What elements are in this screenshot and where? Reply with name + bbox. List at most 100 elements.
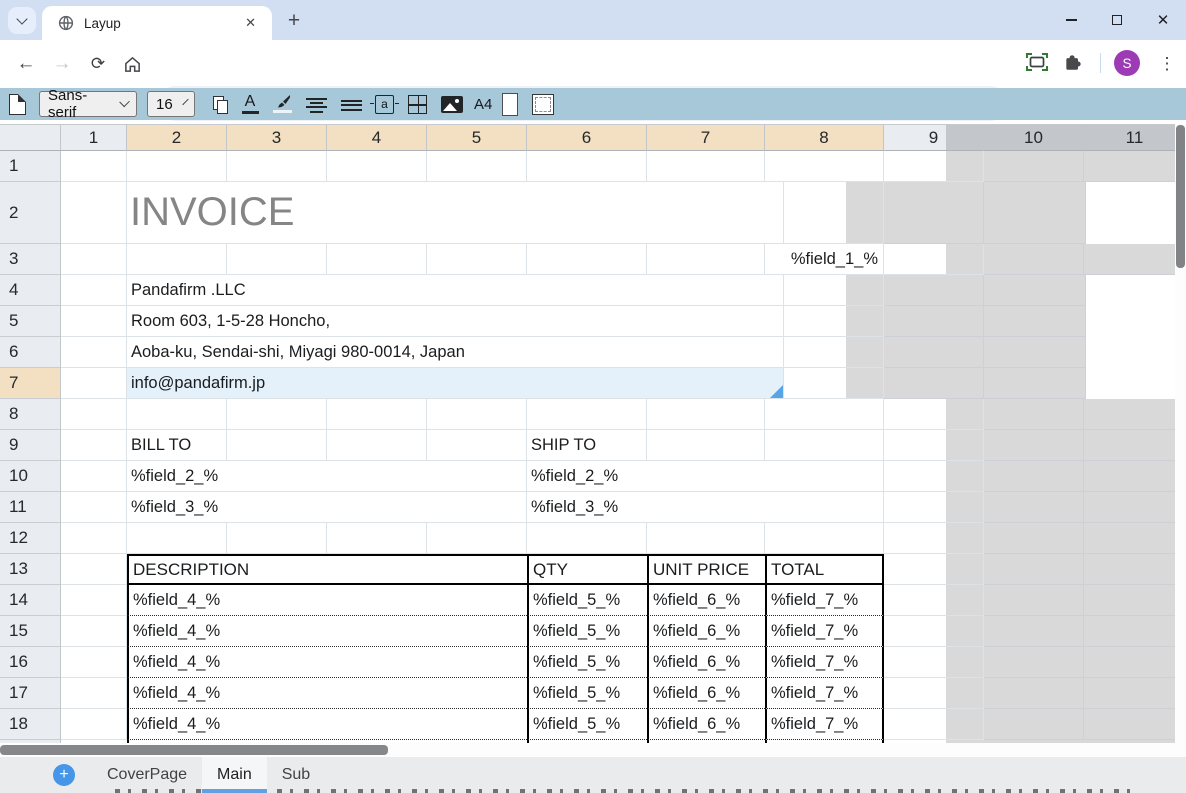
browser-menu-button[interactable]: ⋮ — [1154, 48, 1180, 80]
cell[interactable] — [884, 616, 984, 647]
cell[interactable] — [984, 709, 1084, 740]
new-document-icon[interactable] — [9, 94, 26, 115]
table-cell-qty[interactable]: %field_5_% — [527, 647, 647, 678]
sheet-tab-coverpage[interactable]: CoverPage — [92, 757, 202, 793]
table-cell-description[interactable]: %field_4_% — [127, 616, 527, 647]
cell[interactable] — [61, 306, 127, 337]
column-header[interactable]: 4 — [327, 125, 427, 151]
cell[interactable] — [784, 182, 884, 244]
cell[interactable] — [647, 523, 765, 554]
cell[interactable] — [984, 461, 1084, 492]
column-header[interactable]: 1 — [61, 125, 127, 151]
page-size-button[interactable]: A4 — [474, 90, 492, 118]
column-header[interactable]: 8 — [765, 125, 884, 151]
cell[interactable] — [527, 244, 647, 275]
cell[interactable] — [327, 151, 427, 182]
cell[interactable] — [884, 461, 984, 492]
cell[interactable] — [61, 461, 127, 492]
cell[interactable] — [427, 399, 527, 430]
cell[interactable] — [227, 523, 327, 554]
window-maximize-button[interactable] — [1094, 0, 1140, 40]
cell[interactable] — [884, 306, 984, 337]
row-header[interactable]: 11 — [0, 492, 61, 523]
cell[interactable] — [227, 244, 327, 275]
cell[interactable] — [884, 709, 984, 740]
table-cell-description[interactable]: %field_4_% — [127, 678, 527, 709]
table-cell-total[interactable]: %field_7_% — [765, 678, 884, 709]
cell[interactable] — [61, 523, 127, 554]
ship-field-3-cell[interactable]: %field_3_% — [527, 492, 884, 523]
table-cell-qty[interactable]: %field_5_% — [527, 678, 647, 709]
cell[interactable] — [647, 430, 765, 461]
cell[interactable] — [1084, 461, 1186, 492]
vertical-align-button[interactable] — [340, 90, 362, 118]
cell[interactable] — [61, 151, 127, 182]
row-header[interactable]: 3 — [0, 244, 61, 275]
row-header[interactable]: 10 — [0, 461, 61, 492]
row-header[interactable]: 9 — [0, 430, 61, 461]
cell[interactable] — [984, 306, 1086, 337]
cell[interactable] — [327, 523, 427, 554]
text-box-button[interactable]: a — [375, 95, 394, 114]
ship-to-cell[interactable]: SHIP TO — [527, 430, 647, 461]
table-cell-unit-price[interactable]: %field_6_% — [647, 678, 765, 709]
reload-button[interactable]: ⟳ — [82, 48, 114, 80]
cell[interactable] — [1084, 399, 1186, 430]
table-cell-total[interactable]: %field_7_% — [765, 585, 884, 616]
row-header[interactable]: 16 — [0, 647, 61, 678]
cell[interactable] — [984, 244, 1084, 275]
address-line1-cell[interactable]: Room 603, 1-5-28 Honcho, — [127, 306, 784, 337]
cell[interactable] — [984, 678, 1084, 709]
row-header[interactable]: 1 — [0, 151, 61, 182]
add-sheet-button[interactable]: + — [53, 764, 75, 786]
cell[interactable] — [1084, 585, 1186, 616]
cell[interactable] — [984, 647, 1084, 678]
cell[interactable] — [61, 709, 127, 740]
ship-field-2-cell[interactable]: %field_2_% — [527, 461, 884, 492]
cell[interactable] — [765, 399, 884, 430]
profile-avatar[interactable]: S — [1114, 50, 1140, 76]
column-header[interactable]: 9 — [884, 125, 984, 151]
cell[interactable] — [984, 275, 1086, 306]
table-header-total[interactable]: TOTAL — [765, 554, 884, 585]
tab-close-icon[interactable]: ✕ — [239, 13, 262, 33]
cell[interactable] — [984, 523, 1084, 554]
bill-field-3-cell[interactable]: %field_3_% — [127, 492, 527, 523]
cell[interactable] — [984, 368, 1086, 399]
cell[interactable] — [784, 337, 884, 368]
page-margins-button[interactable] — [532, 94, 554, 115]
cell[interactable] — [61, 678, 127, 709]
row-header[interactable]: 18 — [0, 709, 61, 740]
table-cell-description[interactable]: %field_4_% — [127, 709, 527, 740]
email-cell-selected[interactable]: info@pandafirm.jp — [127, 368, 784, 399]
table-header-description[interactable]: DESCRIPTION — [127, 554, 527, 585]
cell[interactable] — [984, 492, 1084, 523]
bill-field-2-cell[interactable]: %field_2_% — [127, 461, 527, 492]
cell[interactable] — [784, 368, 884, 399]
row-header[interactable]: 12 — [0, 523, 61, 554]
field-1-cell[interactable]: %field_1_% — [765, 244, 884, 275]
table-header-unit-price[interactable]: UNIT PRICE — [647, 554, 765, 585]
cell[interactable] — [984, 616, 1084, 647]
table-cell-description[interactable]: %field_4_% — [127, 647, 527, 678]
cell[interactable] — [61, 616, 127, 647]
cell[interactable] — [765, 430, 884, 461]
cell[interactable] — [884, 368, 984, 399]
font-size-select[interactable]: 16 — [147, 91, 195, 117]
cell[interactable] — [984, 337, 1086, 368]
cell[interactable] — [61, 585, 127, 616]
cell[interactable] — [227, 430, 327, 461]
cell[interactable] — [884, 678, 984, 709]
tab-search-button[interactable] — [8, 7, 36, 34]
cell[interactable] — [884, 244, 984, 275]
cell[interactable] — [127, 244, 227, 275]
cell[interactable] — [884, 492, 984, 523]
cell[interactable] — [784, 306, 884, 337]
cell[interactable] — [984, 182, 1086, 244]
horizontal-scrollbar-thumb[interactable] — [0, 745, 388, 755]
forward-button[interactable]: → — [46, 48, 78, 80]
column-header[interactable]: 5 — [427, 125, 527, 151]
window-close-button[interactable]: ✕ — [1140, 0, 1186, 40]
cell[interactable] — [327, 244, 427, 275]
cell[interactable] — [61, 337, 127, 368]
